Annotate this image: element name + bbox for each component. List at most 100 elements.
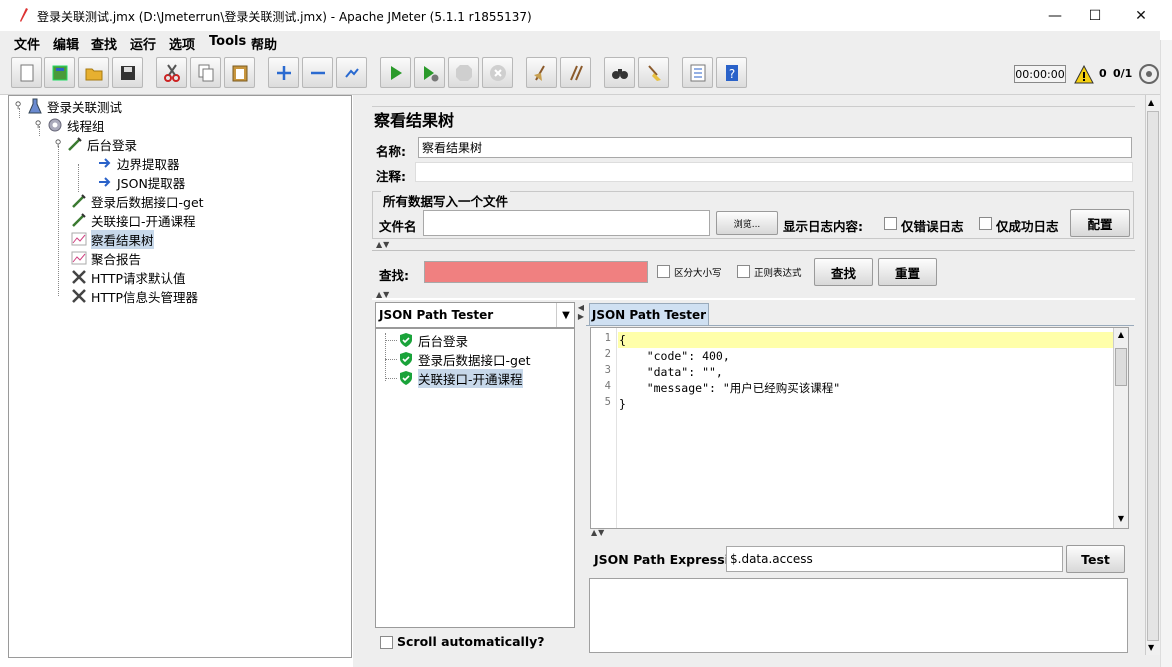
result-list: 后台登录 登录后数据接口-get 关联接口-开通课程: [375, 328, 575, 628]
pane-splitter[interactable]: [353, 95, 363, 667]
panel-heading: 察看结果树: [374, 111, 455, 130]
vertical-splitter[interactable]: ◀ ▶: [576, 303, 586, 321]
save-button[interactable]: [112, 57, 143, 88]
save-icon: [120, 65, 135, 80]
scroll-up-icon[interactable]: ▲: [1115, 330, 1127, 342]
configure-button[interactable]: 配置: [1070, 209, 1130, 237]
scissors-icon: [163, 63, 180, 82]
toggle-expanded-icon[interactable]: ⚲: [13, 98, 23, 114]
json-response-editor[interactable]: 1 2 3 4 5 { "code": 400, "data": "", "me…: [590, 327, 1129, 529]
collapse-button[interactable]: [302, 57, 333, 88]
search-field[interactable]: [424, 261, 648, 283]
scroll-down-icon[interactable]: ▼: [1115, 514, 1127, 526]
folder-icon: [85, 68, 102, 80]
expand-button[interactable]: [268, 57, 299, 88]
search-button[interactable]: [604, 57, 635, 88]
tree-node-view-results-tree[interactable]: 察看结果树: [71, 229, 154, 249]
file-section-title: 所有数据写入一个文件: [381, 191, 511, 210]
tree-node-aggregate-report[interactable]: 聚合报告: [71, 249, 141, 267]
remote-indicator-icon: [1138, 63, 1160, 85]
result-item[interactable]: 登录后数据接口-get: [398, 350, 531, 368]
cut-button[interactable]: [156, 57, 187, 88]
open-button[interactable]: [78, 57, 109, 88]
menu-help[interactable]: 帮助: [251, 34, 277, 53]
menu-file[interactable]: 文件: [14, 34, 40, 53]
scroll-thumb[interactable]: [1115, 348, 1127, 386]
function-helper-button[interactable]: [682, 57, 713, 88]
thread-count: 0/1: [1113, 67, 1133, 80]
start-no-pause-button[interactable]: [414, 57, 445, 88]
menu-tools[interactable]: Tools: [209, 34, 246, 49]
clipboard-icon: [232, 65, 247, 81]
scroll-down-icon[interactable]: ▼: [1148, 643, 1154, 652]
templates-button[interactable]: [44, 57, 75, 88]
reset-button[interactable]: 重置: [878, 258, 937, 286]
help-button[interactable]: ?: [716, 57, 747, 88]
scroll-thumb[interactable]: [1147, 111, 1159, 641]
maximize-button[interactable]: ☐: [1072, 0, 1118, 31]
comment-label: 注释:: [376, 169, 406, 184]
copy-button[interactable]: [190, 57, 221, 88]
chevron-down-icon[interactable]: ▼: [556, 303, 575, 327]
pipette-icon: [71, 193, 87, 209]
menu-edit[interactable]: 编辑: [53, 34, 79, 53]
menu-search[interactable]: 查找: [91, 34, 117, 53]
case-sensitive-checkbox[interactable]: [657, 265, 670, 278]
result-item[interactable]: 后台登录: [398, 331, 468, 349]
stop-button[interactable]: [448, 57, 479, 88]
scroll-up-icon[interactable]: ▲: [1148, 98, 1154, 107]
reset-search-button[interactable]: [638, 57, 669, 88]
renderer-select[interactable]: JSON Path Tester ▼: [375, 302, 575, 328]
tree-node-boundary-extractor[interactable]: 边界提取器: [97, 154, 180, 172]
splitter-arrows-3[interactable]: ▲▼: [591, 528, 605, 537]
clear-all-button[interactable]: [560, 57, 591, 88]
clear-button[interactable]: [526, 57, 557, 88]
pipette-icon: [71, 212, 87, 228]
toggle-expanded-icon[interactable]: ⚲: [53, 136, 63, 152]
window-title: 登录关联测试.jmx (D:\Jmeterrun\登录关联测试.jmx) - A…: [37, 10, 532, 24]
tree-node-test-plan[interactable]: ⚲ 登录关联测试: [13, 97, 122, 115]
tree-node-json-extractor[interactable]: JSON提取器: [97, 173, 185, 191]
success-shield-icon: [398, 351, 414, 367]
tree-node-sampler-login[interactable]: ⚲ 后台登录: [53, 135, 137, 153]
browse-button[interactable]: 浏览...: [716, 211, 778, 235]
filename-field[interactable]: [423, 210, 710, 236]
new-file-icon: [20, 64, 33, 81]
main-scrollbar[interactable]: ▲ ▼: [1145, 95, 1160, 655]
tab-json-path-tester[interactable]: JSON Path Tester: [589, 303, 709, 325]
splitter-arrows[interactable]: ▲▼: [376, 240, 390, 249]
warning-icon[interactable]: [1074, 64, 1094, 85]
scroll-auto-checkbox[interactable]: [380, 636, 393, 649]
help-book-icon: ?: [725, 64, 738, 81]
list-icon: [690, 64, 705, 81]
toggle-button[interactable]: [336, 57, 367, 88]
code-line: }: [619, 397, 626, 411]
json-path-expression-field[interactable]: $.data.access: [726, 546, 1063, 572]
test-plan-icon: [27, 98, 43, 114]
tree-node-http-header-manager[interactable]: HTTP信息头管理器: [71, 287, 198, 305]
close-button[interactable]: ✕: [1118, 0, 1164, 31]
tree-node-sampler-data-get[interactable]: 登录后数据接口-get: [71, 192, 204, 210]
test-button[interactable]: Test: [1066, 545, 1125, 573]
paste-button[interactable]: [224, 57, 255, 88]
play-no-pause-icon: [423, 65, 438, 81]
errors-only-checkbox[interactable]: [884, 217, 897, 230]
shutdown-button[interactable]: [482, 57, 513, 88]
regex-label: 正则表达式: [754, 268, 802, 279]
find-button[interactable]: 查找: [814, 258, 873, 286]
name-field[interactable]: 察看结果树: [418, 137, 1132, 158]
menu-options[interactable]: 选项: [169, 34, 195, 53]
toggle-expanded-icon[interactable]: ⚲: [33, 117, 43, 133]
tree-node-sampler-course[interactable]: 关联接口-开通课程: [71, 211, 196, 229]
menu-run[interactable]: 运行: [130, 34, 156, 53]
tree-node-thread-group[interactable]: ⚲ 线程组: [33, 116, 105, 134]
start-button[interactable]: [380, 57, 411, 88]
result-item-selected[interactable]: 关联接口-开通课程: [398, 368, 523, 388]
new-button[interactable]: [11, 57, 42, 88]
regex-checkbox[interactable]: [737, 265, 750, 278]
comment-field[interactable]: [415, 162, 1133, 182]
json-path-result-area[interactable]: [589, 578, 1128, 653]
editor-scrollbar[interactable]: ▲ ▼: [1113, 328, 1128, 528]
tree-node-http-defaults[interactable]: HTTP请求默认值: [71, 268, 186, 286]
success-only-checkbox[interactable]: [979, 217, 992, 230]
